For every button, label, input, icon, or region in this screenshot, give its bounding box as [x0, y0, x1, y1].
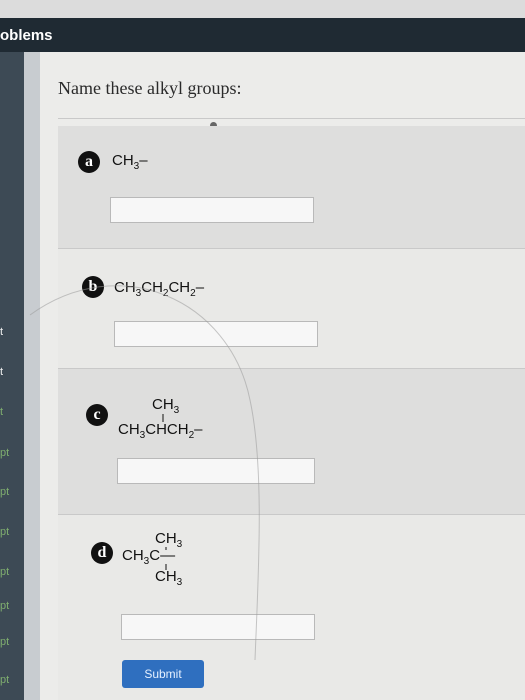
submit-button[interactable]: Submit	[122, 660, 204, 688]
reflection-curve	[29, 285, 260, 661]
structure-bonds	[29, 285, 260, 661]
